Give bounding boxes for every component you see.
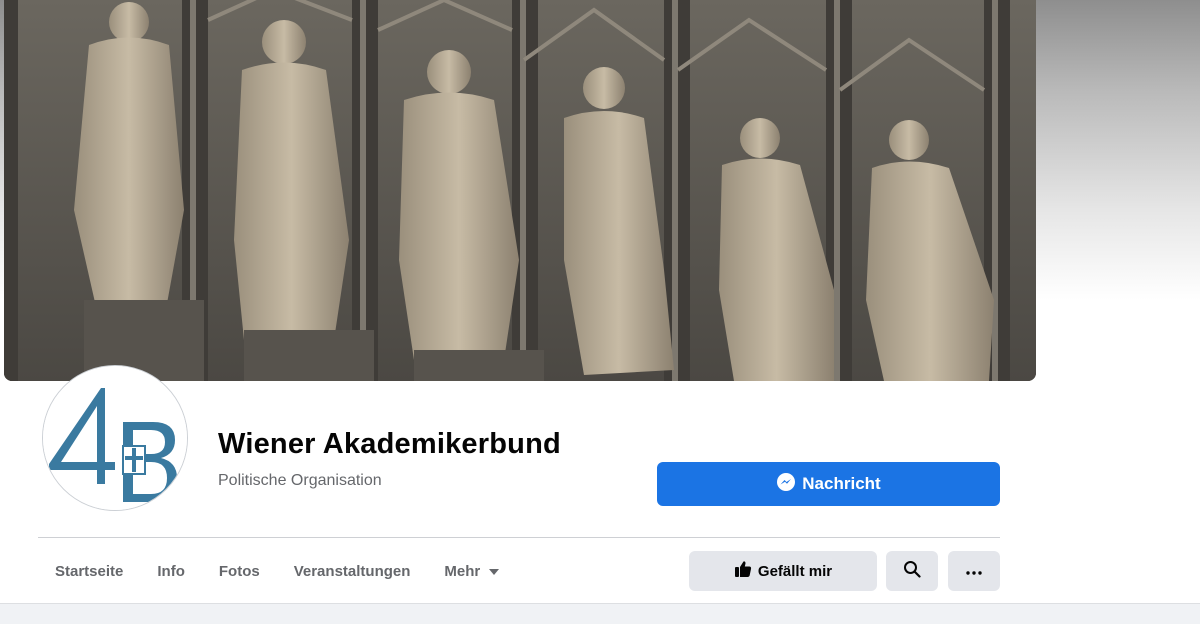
tab-label: Veranstaltungen (293, 562, 411, 580)
caret-down-icon (488, 563, 500, 580)
tab-label: Mehr (444, 562, 481, 580)
page-title: Wiener Akademikerbund (218, 428, 561, 460)
tab-label: Info (157, 562, 185, 580)
tab-mehr[interactable]: Mehr (427, 551, 517, 591)
page-category[interactable]: Politische Organisation (218, 472, 382, 490)
organization-logo-icon (43, 366, 187, 510)
tab-label: Fotos (218, 562, 260, 580)
search-button[interactable] (886, 551, 938, 591)
tab-label: Startseite (55, 562, 124, 580)
like-button-label: Gefällt mir (757, 562, 833, 580)
message-button[interactable]: Nachricht (657, 462, 1000, 506)
like-button[interactable]: Gefällt mir (689, 551, 877, 591)
more-dots-icon (966, 562, 982, 580)
tab-info[interactable]: Info (140, 551, 202, 591)
thumbs-up-icon (734, 560, 752, 582)
message-button-label: Nachricht (802, 474, 881, 493)
page-avatar[interactable] (42, 365, 188, 511)
page-tabs: Startseite Info Fotos Veranstaltungen Me… (38, 551, 517, 591)
search-icon (903, 560, 921, 583)
tab-fotos[interactable]: Fotos (202, 551, 277, 591)
cover-photo-image (4, 0, 1036, 381)
header-divider (38, 537, 1000, 538)
content-area-background (0, 603, 1200, 624)
cover-photo[interactable] (4, 0, 1036, 381)
more-options-button[interactable] (948, 551, 1000, 591)
tab-startseite[interactable]: Startseite (38, 551, 140, 591)
messenger-icon (776, 472, 796, 497)
tab-veranstaltungen[interactable]: Veranstaltungen (277, 551, 428, 591)
